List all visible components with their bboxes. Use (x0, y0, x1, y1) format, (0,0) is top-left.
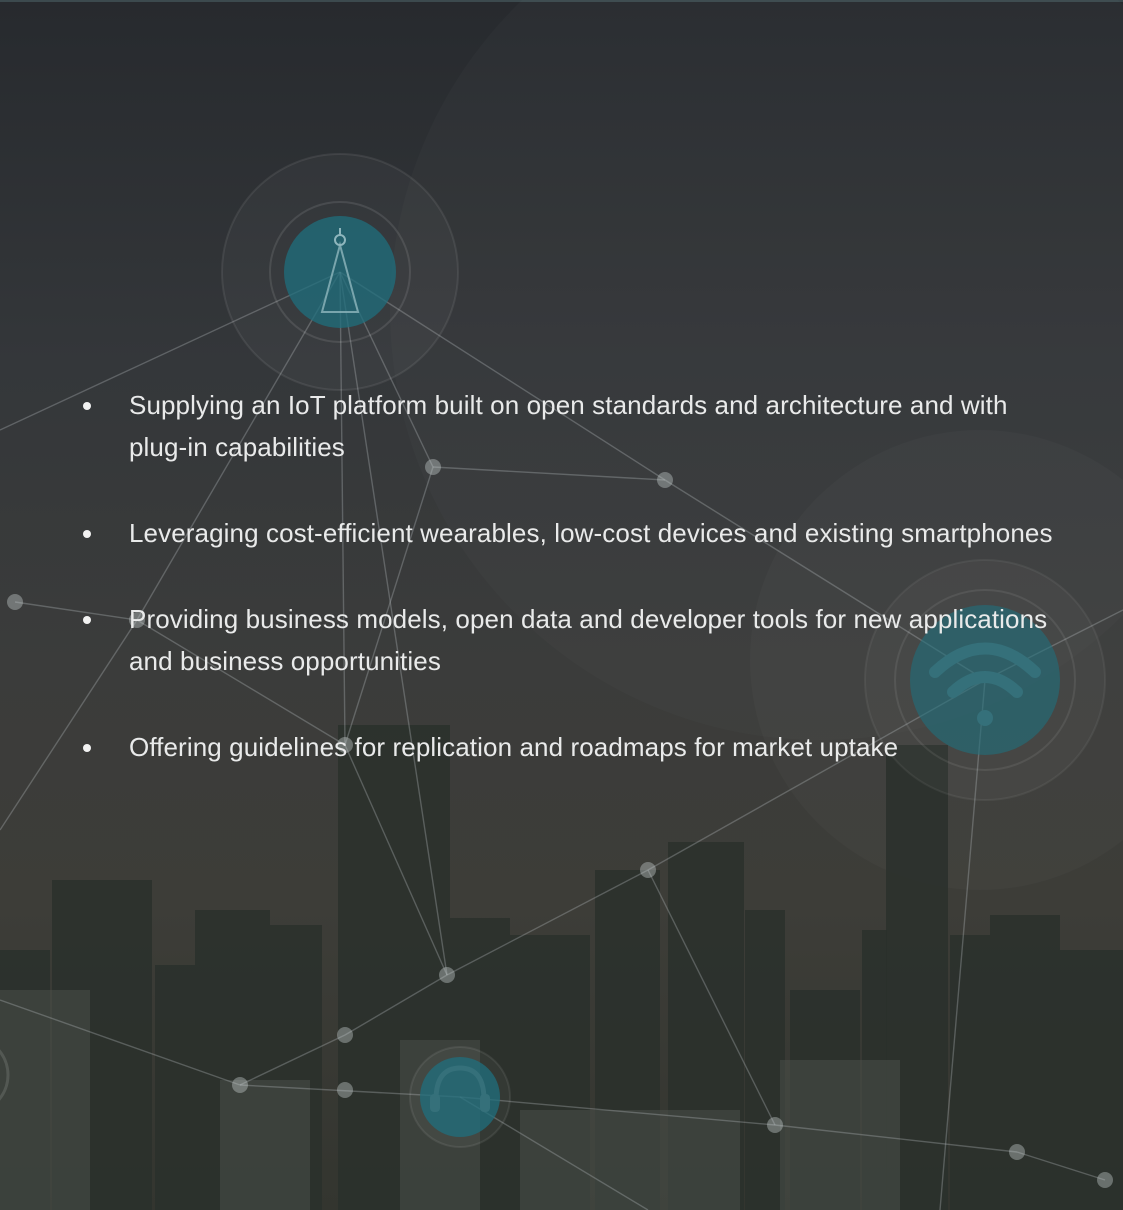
benefit-text: Providing business models, open data and… (129, 604, 1048, 676)
bullet-icon (83, 402, 91, 410)
list-item: Supplying an IoT platform built on open … (83, 384, 1059, 468)
headset-icon (409, 1046, 511, 1148)
list-item: Offering guidelines for replication and … (83, 726, 1059, 768)
list-item: Providing business models, open data and… (83, 598, 1059, 682)
page: Supplying an IoT platform built on open … (0, 0, 1123, 1210)
bullet-icon (83, 530, 91, 538)
benefits-list: Supplying an IoT platform built on open … (83, 384, 1059, 812)
bullet-icon (83, 744, 91, 752)
list-item: Leveraging cost-efficient wearables, low… (83, 512, 1059, 554)
benefit-text: Supplying an IoT platform built on open … (129, 390, 1008, 462)
benefit-text: Leveraging cost-efficient wearables, low… (129, 518, 1053, 548)
benefit-text: Offering guidelines for replication and … (129, 732, 899, 762)
antenna-icon (221, 153, 459, 391)
bullet-icon (83, 616, 91, 624)
